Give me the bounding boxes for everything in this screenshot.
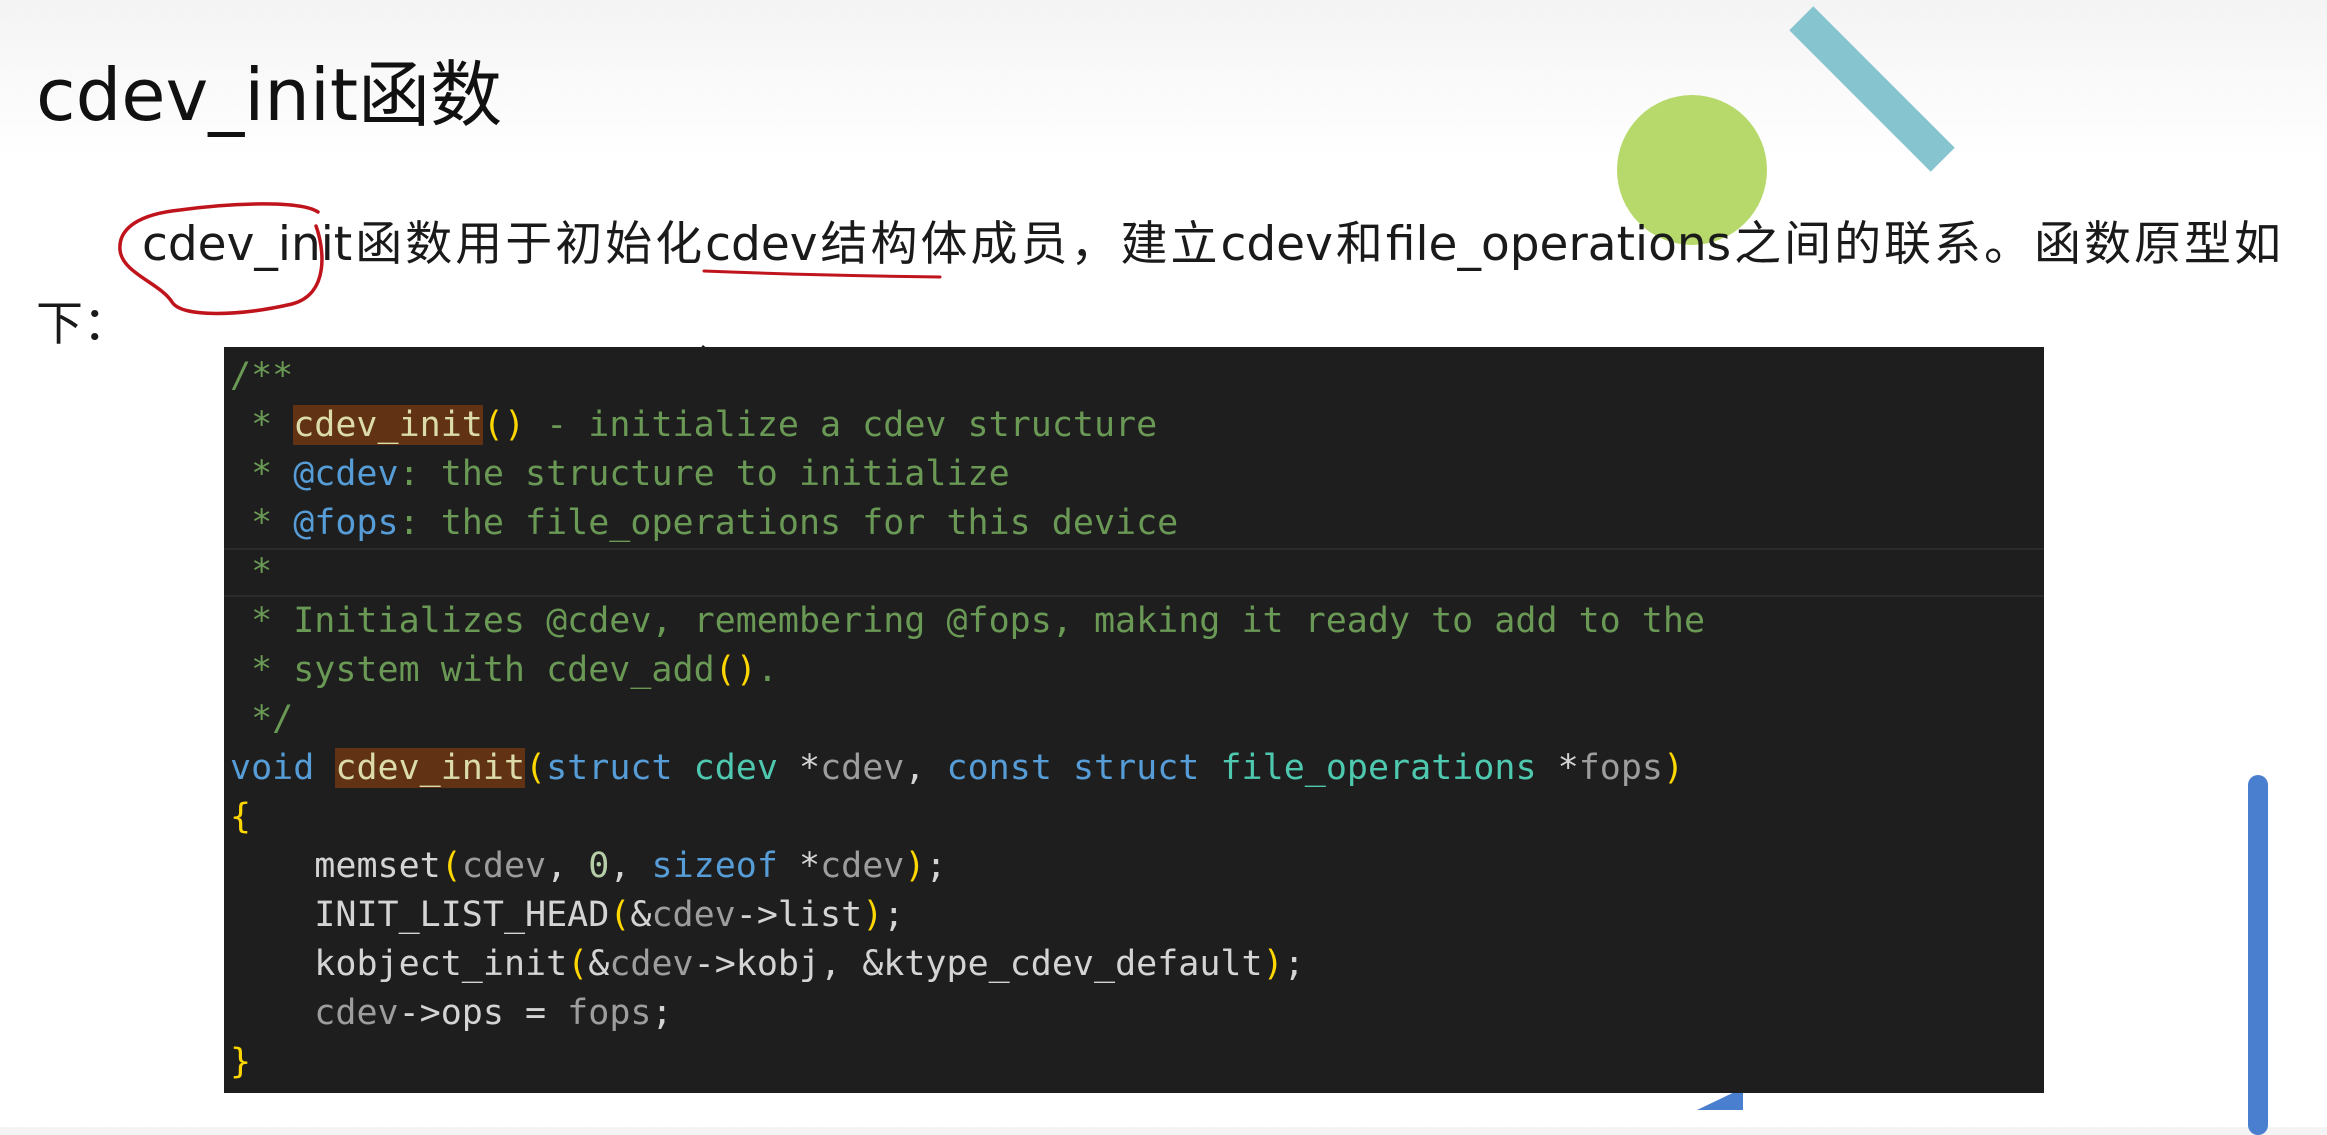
code-token: kobject_init [314,944,568,984]
code-token: struct [1072,748,1200,788]
code-token: const [946,748,1052,788]
code-token: 0 [588,846,610,886]
code-token: cdev [609,944,694,984]
code-token: ( [567,944,589,984]
code-token: file_operations [1220,748,1537,788]
code-token: , &ktype_cdev_default [820,944,1263,984]
code-token: /** [230,356,294,396]
code-token: cdev [820,846,905,886]
code-line: * @fops: the file_operations for this de… [224,499,2044,548]
code-token: , [904,748,947,788]
code-token: ->list [735,895,863,935]
code-token: @cdev [293,454,399,494]
code-token: , [546,846,589,886]
code-token: cdev [314,993,399,1033]
description-paragraph: cdev_init函数用于初始化cdev结构体成员，建立cdev和file_op… [36,217,2281,352]
code-token: * [230,454,294,494]
code-token: sizeof [651,846,778,886]
code-line: cdev->ops = fops; [224,989,2044,1038]
code-line: } [224,1038,2044,1087]
code-line: void cdev_init(struct cdev *cdev, const … [224,744,2044,793]
code-token: & [588,944,610,984]
code-token: ( [525,748,547,788]
code-token: ( [609,895,631,935]
code-token: * [1536,748,1579,788]
code-token: ) [1262,944,1284,984]
decorative-blue-bar [2248,775,2268,1135]
code-line: /** [224,352,2044,401]
code-token: ->ops = [398,993,568,1033]
code-token: ; [883,895,905,935]
code-token: struct [546,748,673,788]
code-token: & [630,895,652,935]
code-token: ( [440,846,462,886]
code-token: () [714,650,757,690]
code-line: kobject_init(&cdev->kobj, &ktype_cdev_de… [224,940,2044,989]
code-token: ) [1663,748,1685,788]
code-token: () [482,405,526,445]
code-line: * Initializes @cdev, remembering @fops, … [224,597,2044,646]
code-token: INIT_LIST_HEAD [314,895,610,935]
code-token: cdev [651,895,736,935]
code-token: @fops [293,503,399,543]
code-token: ->kobj [693,944,821,984]
code-token: * system with cdev_add [230,650,715,690]
code-token: : the file_operations for this device [398,503,1179,543]
code-token: . [756,650,778,690]
code-token: - initialize a cdev structure [525,405,1158,445]
code-token: * Initializes @cdev, remembering @fops, … [230,601,1706,641]
code-token: cdev [820,748,905,788]
code-line: * system with cdev_add(). [224,646,2044,695]
code-token: void [230,748,315,788]
code-token: * [230,552,273,592]
code-token: fops [1578,748,1664,788]
code-token: * [777,748,821,788]
code-token: */ [230,699,294,739]
code-token: cdev [693,748,778,788]
code-token: * [777,846,821,886]
code-line: { [224,793,2044,842]
code-token: memset [314,846,441,886]
highlighted-function-name: cdev_init [335,748,526,788]
code-line-current: * [224,548,2044,597]
code-token: fops [567,993,652,1033]
code-line: memset(cdev, 0, sizeof *cdev); [224,842,2044,891]
decorative-teal-bar [1789,6,1955,172]
code-token: : the structure to initialize [398,454,1010,494]
code-line: INIT_LIST_HEAD(&cdev->list); [224,891,2044,940]
code-token: } [230,1042,252,1082]
code-token: cdev [461,846,547,886]
code-line: * cdev_init() - initialize a cdev struct… [224,401,2044,450]
code-line: * @cdev: the structure to initialize [224,450,2044,499]
code-token: { [230,797,252,837]
code-token: * [230,405,294,445]
code-token: ) [904,846,926,886]
code-token: , [609,846,652,886]
highlighted-function-name: cdev_init [293,405,483,445]
code-token: * [230,503,294,543]
code-block: /** * cdev_init() - initialize a cdev st… [224,347,2044,1093]
slide-title: cdev_init函数 [36,53,503,137]
code-line: */ [224,695,2044,744]
code-token: ) [862,895,884,935]
code-token: ; [925,846,947,886]
code-token: ; [651,993,673,1033]
code-token: ; [1283,944,1305,984]
